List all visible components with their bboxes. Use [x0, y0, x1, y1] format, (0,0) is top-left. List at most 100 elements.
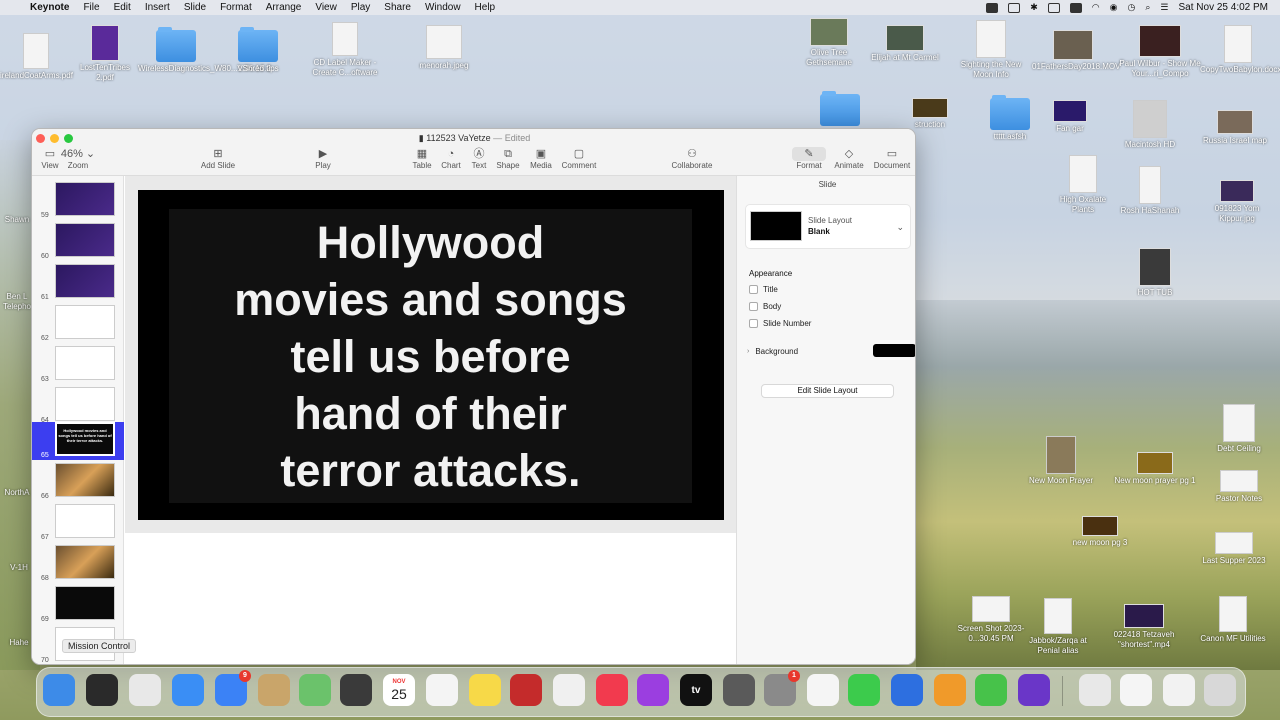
backup-icon[interactable] [975, 674, 1007, 706]
pages-icon[interactable] [807, 674, 839, 706]
menu-edit[interactable]: Edit [114, 2, 131, 13]
launchpad-icon[interactable] [129, 674, 161, 706]
garageband-icon[interactable] [934, 674, 966, 706]
desktop-icon[interactable]: new moon pg 3 [1064, 516, 1136, 548]
menu-share[interactable]: Share [384, 2, 411, 13]
input-source-icon[interactable] [1069, 2, 1082, 13]
document-name[interactable]: 112523 VaYetze [426, 133, 490, 143]
desktop-icon[interactable]: Debt Ceiling [1204, 404, 1274, 454]
safari-icon[interactable] [172, 674, 204, 706]
slide-number-checkbox[interactable] [749, 319, 758, 328]
podcasts-icon[interactable] [637, 674, 669, 706]
chevron-right-icon[interactable]: › [747, 348, 749, 355]
spotlight-icon[interactable]: ⌕ [1145, 2, 1150, 13]
slide-thumbnail[interactable]: 59 [32, 182, 124, 220]
menu-datetime[interactable]: Sat Nov 25 4:02 PM [1179, 2, 1269, 13]
maps-icon[interactable] [299, 674, 331, 706]
shape-button[interactable]: ⧉ Shape [493, 147, 523, 170]
desktop-icon[interactable]: VShred tips [222, 27, 294, 74]
desktop-icon[interactable]: Olive Tree Gethsemane [796, 18, 862, 68]
calculator-icon[interactable] [340, 674, 372, 706]
music-icon[interactable] [596, 674, 628, 706]
title-checkbox[interactable] [749, 285, 758, 294]
desktop-icon[interactable]: Macintosh HD [1116, 100, 1184, 150]
mission-control-icon[interactable] [86, 674, 118, 706]
system-settings-icon[interactable]: 1 [764, 670, 800, 706]
desktop-icon[interactable]: irelandCoatArms.pdf [0, 33, 73, 81]
calendar-icon[interactable]: NOV 25 [383, 674, 415, 706]
menu-slide[interactable]: Slide [184, 2, 206, 13]
desktop-icon[interactable]: Sighting the New Moon Info [952, 20, 1030, 80]
body-checkbox-row[interactable]: Body [749, 302, 781, 311]
desktop-icon[interactable]: LostTenTribes 2.pdf [72, 25, 138, 83]
menu-help[interactable]: Help [475, 2, 496, 13]
desktop-icon[interactable]: CD Label Maker - Create C...oftware [304, 22, 386, 78]
preview-icon[interactable] [723, 674, 755, 706]
messages-icon[interactable] [848, 674, 880, 706]
slide-thumbnail[interactable]: 61 [32, 264, 124, 302]
contacts-icon[interactable] [258, 674, 290, 706]
imovie-icon[interactable] [1018, 674, 1050, 706]
add-slide-button[interactable]: ⊞ Add Slide [198, 147, 238, 170]
desktop-icon[interactable]: Last Supper 2023 [1196, 532, 1272, 566]
desktop-icon[interactable]: Elijah at Mt Carmel [862, 25, 948, 63]
slide-thumbnail[interactable]: 69 [32, 586, 124, 624]
slide-layout-picker[interactable]: Slide Layout Blank ⌄ [745, 204, 911, 249]
document-button[interactable]: ▭ Document [872, 147, 912, 170]
desktop-icon[interactable]: struction [905, 98, 955, 130]
accessibility-icon[interactable]: ◉ [1110, 2, 1118, 13]
photos-icon[interactable] [553, 674, 585, 706]
current-slide[interactable]: Hollywood movies and songs tell us befor… [138, 190, 724, 520]
slide-thumbnail[interactable]: 64 [32, 387, 124, 425]
slide-text-box[interactable]: Hollywood movies and songs tell us befor… [169, 209, 692, 503]
menu-file[interactable]: File [83, 2, 99, 13]
slide-number-checkbox-row[interactable]: Slide Number [749, 319, 811, 328]
mail-icon[interactable]: 9 [215, 670, 251, 706]
control-center-icon[interactable]: ☰ [1160, 2, 1168, 13]
desktop-icon[interactable]: High Oxalate Plants [1050, 155, 1116, 215]
zoom-button[interactable]: 46% ⌄ Zoom [60, 147, 96, 170]
photo-booth-icon[interactable] [510, 674, 542, 706]
desktop-icon[interactable]: Rosh HaShanah [1116, 166, 1184, 216]
desktop-icon[interactable]: 091823 Yom Kippur.jpg [1200, 180, 1274, 224]
slide-thumbnail[interactable]: 63 [32, 346, 124, 384]
background-row[interactable]: › Background [747, 344, 915, 357]
desktop-icon[interactable]: WirelessDiagnostics_W80...1.46.15.2 [138, 27, 271, 74]
desktop-icon[interactable]: Pastor Notes [1204, 470, 1274, 504]
slide-thumbnail[interactable]: 66 [32, 463, 124, 501]
slide-text[interactable]: Hollywood movies and songs tell us befor… [234, 214, 627, 499]
text-button[interactable]: Ⓐ Text [467, 147, 491, 170]
screenshot-stack-icon[interactable] [1163, 674, 1195, 706]
screen-record-icon[interactable] [1008, 2, 1021, 13]
background-color-well[interactable] [873, 344, 915, 357]
keynote-icon[interactable] [891, 674, 923, 706]
slide-thumbnail[interactable]: 67 [32, 504, 124, 542]
bluetooth-icon[interactable]: ✱ [1030, 2, 1038, 13]
notes-icon[interactable] [469, 674, 501, 706]
slide-navigator[interactable]: 59 60 61 62 63 64 65 Hollywood movies and songs… [32, 176, 124, 664]
clock-icon[interactable]: ◷ [1128, 2, 1136, 13]
trash-icon[interactable] [1204, 674, 1236, 706]
menu-window[interactable]: Window [425, 2, 461, 13]
desktop-icon[interactable]: HOT TUB [1124, 248, 1186, 298]
table-button[interactable]: ▦ Table [410, 147, 434, 170]
battery-icon[interactable] [1047, 2, 1060, 13]
tv-icon[interactable]: tv [680, 674, 712, 706]
desktop-icon[interactable]: Hahe [4, 638, 34, 648]
animate-button[interactable]: ◇ Animate [832, 147, 866, 170]
desktop-icon[interactable]: 01FathersDay2018.MOV [1032, 30, 1121, 72]
slide-thumbnail[interactable]: 60 [32, 223, 124, 261]
desktop-icon[interactable]: V-1H [4, 563, 34, 573]
downloads-icon[interactable] [1079, 674, 1111, 706]
body-checkbox[interactable] [749, 302, 758, 311]
menu-play[interactable]: Play [351, 2, 370, 13]
slide-thumbnail[interactable]: 68 [32, 545, 124, 583]
reminders-icon[interactable] [426, 674, 458, 706]
desktop-icon[interactable]: Shawn [0, 215, 34, 225]
desktop-icon[interactable] [820, 91, 860, 128]
chart-button[interactable]: ◔ Chart [438, 147, 464, 170]
slide-canvas-area[interactable]: Hollywood movies and songs tell us befor… [125, 176, 736, 664]
desktop-icon[interactable]: Fan gar [1044, 100, 1096, 134]
wifi-icon[interactable]: ◠ [1092, 2, 1100, 13]
desktop-icon[interactable]: Canon MF Utilities [1192, 596, 1274, 644]
